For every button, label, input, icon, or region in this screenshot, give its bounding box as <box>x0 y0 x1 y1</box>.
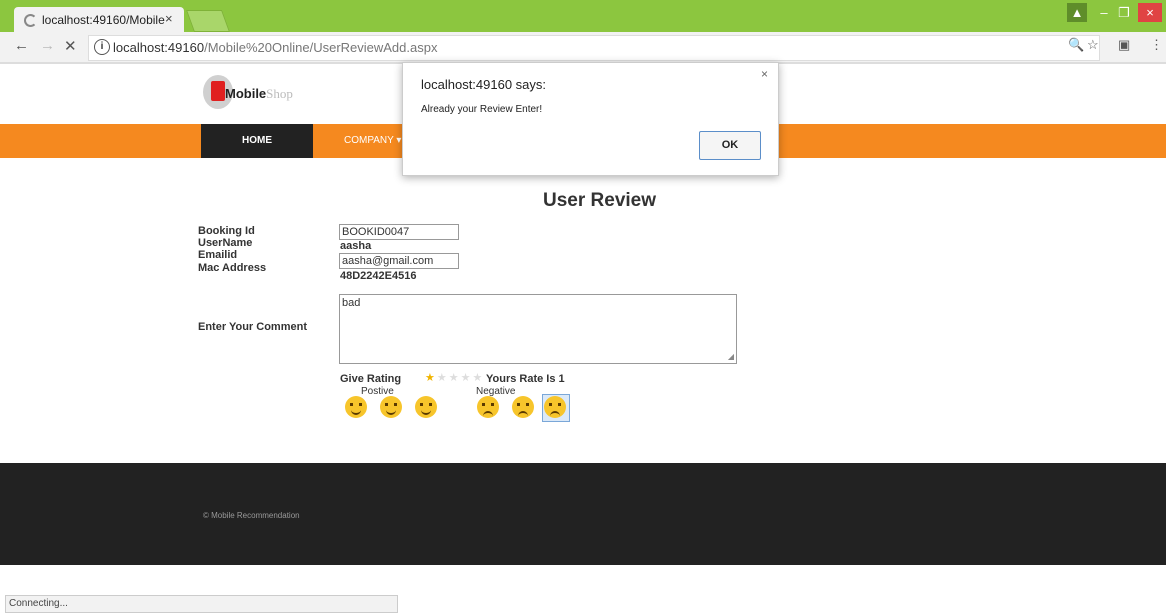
ok-button[interactable]: OK <box>699 131 761 160</box>
comment-textarea[interactable]: bad ◢ <box>339 294 737 364</box>
emoji-grin-icon[interactable] <box>380 396 402 418</box>
comment-text: bad <box>342 297 361 309</box>
mac-value: 48D2242E4516 <box>340 270 417 282</box>
nav-home[interactable]: HOME <box>201 124 313 158</box>
menu-icon[interactable]: ⋮ <box>1150 37 1163 53</box>
dialog-title: localhost:49160 says: <box>421 77 547 92</box>
tab-strip: localhost:49160/Mobile × ▲ – ❐ × <box>0 0 1166 32</box>
extension-icon[interactable]: ▣ <box>1118 37 1130 53</box>
rate-text: Yours Rate Is 1 <box>486 373 565 385</box>
emoji-selected-frame[interactable] <box>542 394 570 422</box>
user-icon[interactable]: ▲ <box>1067 3 1087 22</box>
dialog-close-icon[interactable]: × <box>761 67 768 81</box>
page-title: User Review <box>543 190 657 211</box>
new-tab-button[interactable] <box>185 10 231 32</box>
star-icon-empty[interactable]: ★★★★ <box>437 372 484 384</box>
alert-dialog: localhost:49160 says: × Already your Rev… <box>402 62 779 176</box>
emoji-tongue-icon[interactable] <box>345 396 367 418</box>
back-icon[interactable]: ← <box>14 37 29 54</box>
footer-text: © Mobile Recommendation <box>203 511 300 520</box>
maximize-button[interactable]: ❐ <box>1114 3 1134 22</box>
stop-icon[interactable]: ✕ <box>64 37 77 55</box>
forward-icon[interactable]: → <box>40 37 55 54</box>
minimize-button[interactable]: – <box>1094 3 1114 22</box>
star-icon-filled[interactable]: ★ <box>425 372 437 384</box>
info-icon[interactable]: i <box>94 39 110 55</box>
logo-text: MobileShop <box>225 86 293 101</box>
booking-label: Booking Id <box>198 225 255 237</box>
url-host: localhost:49160 <box>113 40 205 55</box>
dialog-message: Already your Review Enter! <box>421 104 543 115</box>
url-text: localhost:49160/Mobile%20Online/UserRevi… <box>113 40 437 55</box>
mac-label: Mac Address <box>198 262 267 274</box>
zoom-icon[interactable]: 🔍 <box>1068 37 1084 53</box>
rating-label: Give Rating <box>340 373 402 385</box>
tab-close-icon[interactable]: × <box>165 11 173 26</box>
resize-grip-icon[interactable]: ◢ <box>728 352 734 361</box>
emoji-smile-icon[interactable] <box>415 396 437 418</box>
close-window-button[interactable]: × <box>1138 3 1162 22</box>
loading-icon <box>24 14 37 27</box>
url-input[interactable]: i localhost:49160/Mobile%20Online/UserRe… <box>88 35 1100 61</box>
comment-label: Enter Your Comment <box>198 321 307 333</box>
tab-title: localhost:49160/Mobile <box>42 13 165 27</box>
address-bar: ← → ✕ i localhost:49160/Mobile%20Online/… <box>0 32 1166 64</box>
browser-tab[interactable]: localhost:49160/Mobile × <box>14 7 184 32</box>
emoji-unhappy-icon[interactable] <box>512 396 534 418</box>
email-label: Emailid <box>198 249 238 261</box>
site-logo[interactable]: MobileShop <box>203 75 323 115</box>
status-bar: Connecting... <box>5 595 398 613</box>
email-field[interactable]: aasha@gmail.com <box>339 253 459 269</box>
negative-label: Negative <box>476 386 516 397</box>
emoji-angry-icon[interactable] <box>544 396 566 418</box>
username-label: UserName <box>198 237 253 249</box>
nav-company[interactable]: COMPANY ▾ <box>344 124 401 158</box>
bookmark-icon[interactable]: ☆ <box>1087 37 1099 53</box>
emoji-neutral-icon[interactable] <box>477 396 499 418</box>
star-rating[interactable]: ★★★★★ <box>425 371 484 384</box>
booking-id-field[interactable]: BOOKID0047 <box>339 224 459 240</box>
footer: © Mobile Recommendation <box>0 463 1166 565</box>
url-path: /Mobile%20Online/UserReviewAdd.aspx <box>204 40 438 55</box>
username-value: aasha <box>340 240 372 252</box>
